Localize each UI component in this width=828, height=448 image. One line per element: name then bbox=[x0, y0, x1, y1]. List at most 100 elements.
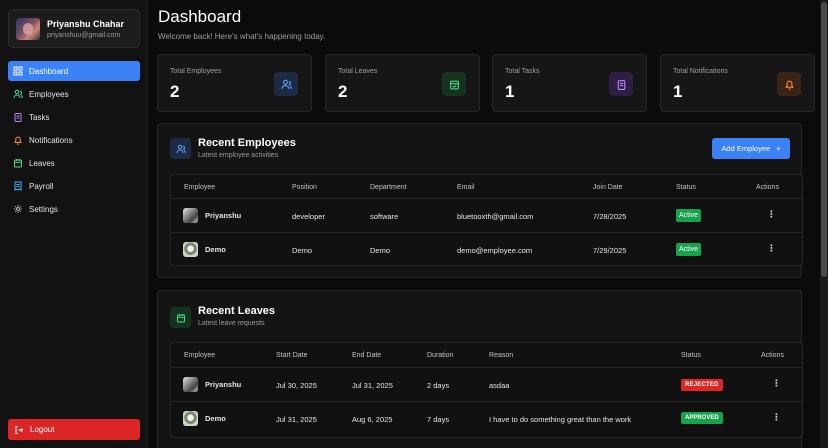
department-cell: Demo bbox=[370, 246, 391, 255]
scrollbar-thumb[interactable] bbox=[821, 2, 827, 277]
stat-card-notifications: Total Notifications 1 bbox=[660, 54, 815, 112]
status-badge: Active bbox=[676, 243, 702, 256]
sidebar-nav: Dashboard Employees Tasks Notifications … bbox=[8, 61, 140, 222]
sidebar-item-label: Leaves bbox=[29, 158, 55, 168]
column-header: Employee bbox=[184, 184, 216, 191]
email-cell: bluetooxth@gmail.com bbox=[457, 212, 534, 221]
status-badge: REJECTED bbox=[681, 379, 723, 391]
column-header: Position bbox=[292, 184, 317, 191]
status-badge: APPROVED bbox=[681, 412, 723, 424]
calendar-icon bbox=[13, 158, 23, 168]
column-header: Duration bbox=[427, 352, 454, 359]
profile-card[interactable]: Priyanshu Chahar priyanshuu@gmail.com bbox=[8, 9, 140, 48]
sidebar: Priyanshu Chahar priyanshuu@gmail.com Da… bbox=[0, 0, 148, 448]
employees-table: Employee Position Department Email Join … bbox=[170, 174, 803, 266]
clipboard-icon bbox=[609, 72, 633, 96]
employee-cell: Demo bbox=[183, 411, 226, 426]
add-employee-button[interactable]: Add Employee + bbox=[712, 138, 790, 159]
stat-label: Total Employees bbox=[170, 68, 222, 75]
plus-icon: + bbox=[776, 144, 781, 153]
stat-value: 1 bbox=[673, 82, 683, 101]
stat-value: 1 bbox=[505, 82, 515, 101]
recent-employees-card: Recent Employees Latest employee activit… bbox=[157, 123, 803, 278]
receipt-icon bbox=[13, 181, 23, 191]
avatar bbox=[183, 411, 198, 426]
sidebar-item-label: Payroll bbox=[29, 181, 54, 191]
sidebar-item-dashboard[interactable]: Dashboard bbox=[8, 61, 140, 81]
stat-label: Total Notifications bbox=[673, 68, 728, 75]
sidebar-item-notifications[interactable]: Notifications bbox=[8, 130, 140, 150]
column-header: Start Date bbox=[276, 352, 308, 359]
sidebar-item-settings[interactable]: Settings bbox=[8, 199, 140, 219]
avatar bbox=[183, 377, 198, 392]
column-header: Employee bbox=[184, 352, 216, 359]
column-header: Department bbox=[370, 184, 407, 191]
reason-cell: I have to do something great than the wo… bbox=[489, 415, 632, 424]
sidebar-item-label: Tasks bbox=[29, 112, 50, 122]
profile-email: priyanshuu@gmail.com bbox=[47, 32, 121, 39]
more-actions-icon[interactable]: ⋮ bbox=[772, 378, 781, 389]
gear-icon bbox=[13, 204, 23, 214]
calendar-icon bbox=[170, 307, 191, 328]
card-subtitle: Latest leave requests bbox=[198, 320, 265, 327]
table-row[interactable]: Priyanshu Jul 30, 2025 Jul 31, 2025 2 da… bbox=[171, 368, 802, 402]
duration-cell: 2 days bbox=[427, 381, 450, 390]
bell-icon bbox=[777, 72, 801, 96]
card-subtitle: Latest employee activities bbox=[198, 152, 279, 159]
column-header: Actions bbox=[756, 184, 779, 191]
column-header: Email bbox=[457, 184, 475, 191]
sidebar-item-label: Settings bbox=[29, 204, 58, 214]
sidebar-item-leaves[interactable]: Leaves bbox=[8, 153, 140, 173]
table-row[interactable]: Demo Demo Demo demo@employee.com 7/29/20… bbox=[171, 233, 802, 265]
sidebar-item-employees[interactable]: Employees bbox=[8, 84, 140, 104]
sidebar-item-payroll[interactable]: Payroll bbox=[8, 176, 140, 196]
duration-cell: 7 days bbox=[427, 415, 450, 424]
table-row[interactable]: Priyanshu developer software bluetooxth@… bbox=[171, 199, 802, 233]
position-cell: Demo bbox=[292, 246, 313, 255]
table-header-row: Employee Start Date End Date Duration Re… bbox=[171, 343, 802, 368]
scrollbar[interactable] bbox=[820, 0, 828, 448]
table-row[interactable]: Demo Jul 31, 2025 Aug 6, 2025 7 days I h… bbox=[171, 402, 802, 436]
column-header: Status bbox=[676, 184, 696, 191]
column-header: Status bbox=[681, 352, 701, 359]
employee-name: Priyanshu bbox=[205, 211, 242, 220]
card-title: Recent Employees bbox=[198, 137, 296, 149]
clipboard-icon bbox=[13, 112, 23, 122]
end-date-cell: Aug 6, 2025 bbox=[352, 415, 393, 424]
add-employee-label: Add Employee bbox=[721, 144, 771, 153]
page-title: Dashboard bbox=[158, 7, 242, 26]
table-header-row: Employee Position Department Email Join … bbox=[171, 175, 802, 199]
start-date-cell: Jul 30, 2025 bbox=[276, 381, 317, 390]
stat-card-employees: Total Employees 2 bbox=[157, 54, 312, 112]
card-title: Recent Leaves bbox=[198, 305, 276, 317]
logout-button[interactable]: Logout bbox=[8, 419, 140, 440]
status-badge: Active bbox=[676, 209, 702, 222]
employee-name: Demo bbox=[205, 414, 226, 423]
stat-card-leaves: Total Leaves 2 bbox=[325, 54, 480, 112]
sidebar-item-label: Notifications bbox=[29, 135, 73, 145]
more-actions-icon[interactable]: ⋮ bbox=[767, 243, 776, 254]
join-date-cell: 7/28/2025 bbox=[593, 212, 627, 221]
start-date-cell: Jul 31, 2025 bbox=[276, 415, 317, 424]
bell-icon bbox=[13, 135, 23, 145]
users-icon bbox=[170, 138, 191, 159]
main-content: Dashboard Welcome back! Here's what's ha… bbox=[149, 0, 820, 448]
stat-card-tasks: Total Tasks 1 bbox=[492, 54, 647, 112]
stat-label: Total Tasks bbox=[505, 68, 540, 75]
end-date-cell: Jul 31, 2025 bbox=[352, 381, 393, 390]
department-cell: software bbox=[370, 212, 399, 221]
employee-name: Priyanshu bbox=[205, 380, 242, 389]
more-actions-icon[interactable]: ⋮ bbox=[772, 412, 781, 423]
email-cell: demo@employee.com bbox=[457, 246, 533, 255]
more-actions-icon[interactable]: ⋮ bbox=[767, 209, 776, 220]
reason-cell: asdaa bbox=[489, 381, 510, 390]
employee-cell: Demo bbox=[183, 242, 226, 257]
stat-value: 2 bbox=[170, 82, 180, 101]
stat-label: Total Leaves bbox=[338, 68, 378, 75]
calendar-check-icon bbox=[442, 72, 466, 96]
sidebar-item-tasks[interactable]: Tasks bbox=[8, 107, 140, 127]
avatar bbox=[183, 208, 198, 223]
sidebar-item-label: Employees bbox=[29, 89, 69, 99]
logout-label: Logout bbox=[30, 425, 55, 434]
recent-leaves-card: Recent Leaves Latest leave requests Empl… bbox=[157, 290, 803, 448]
